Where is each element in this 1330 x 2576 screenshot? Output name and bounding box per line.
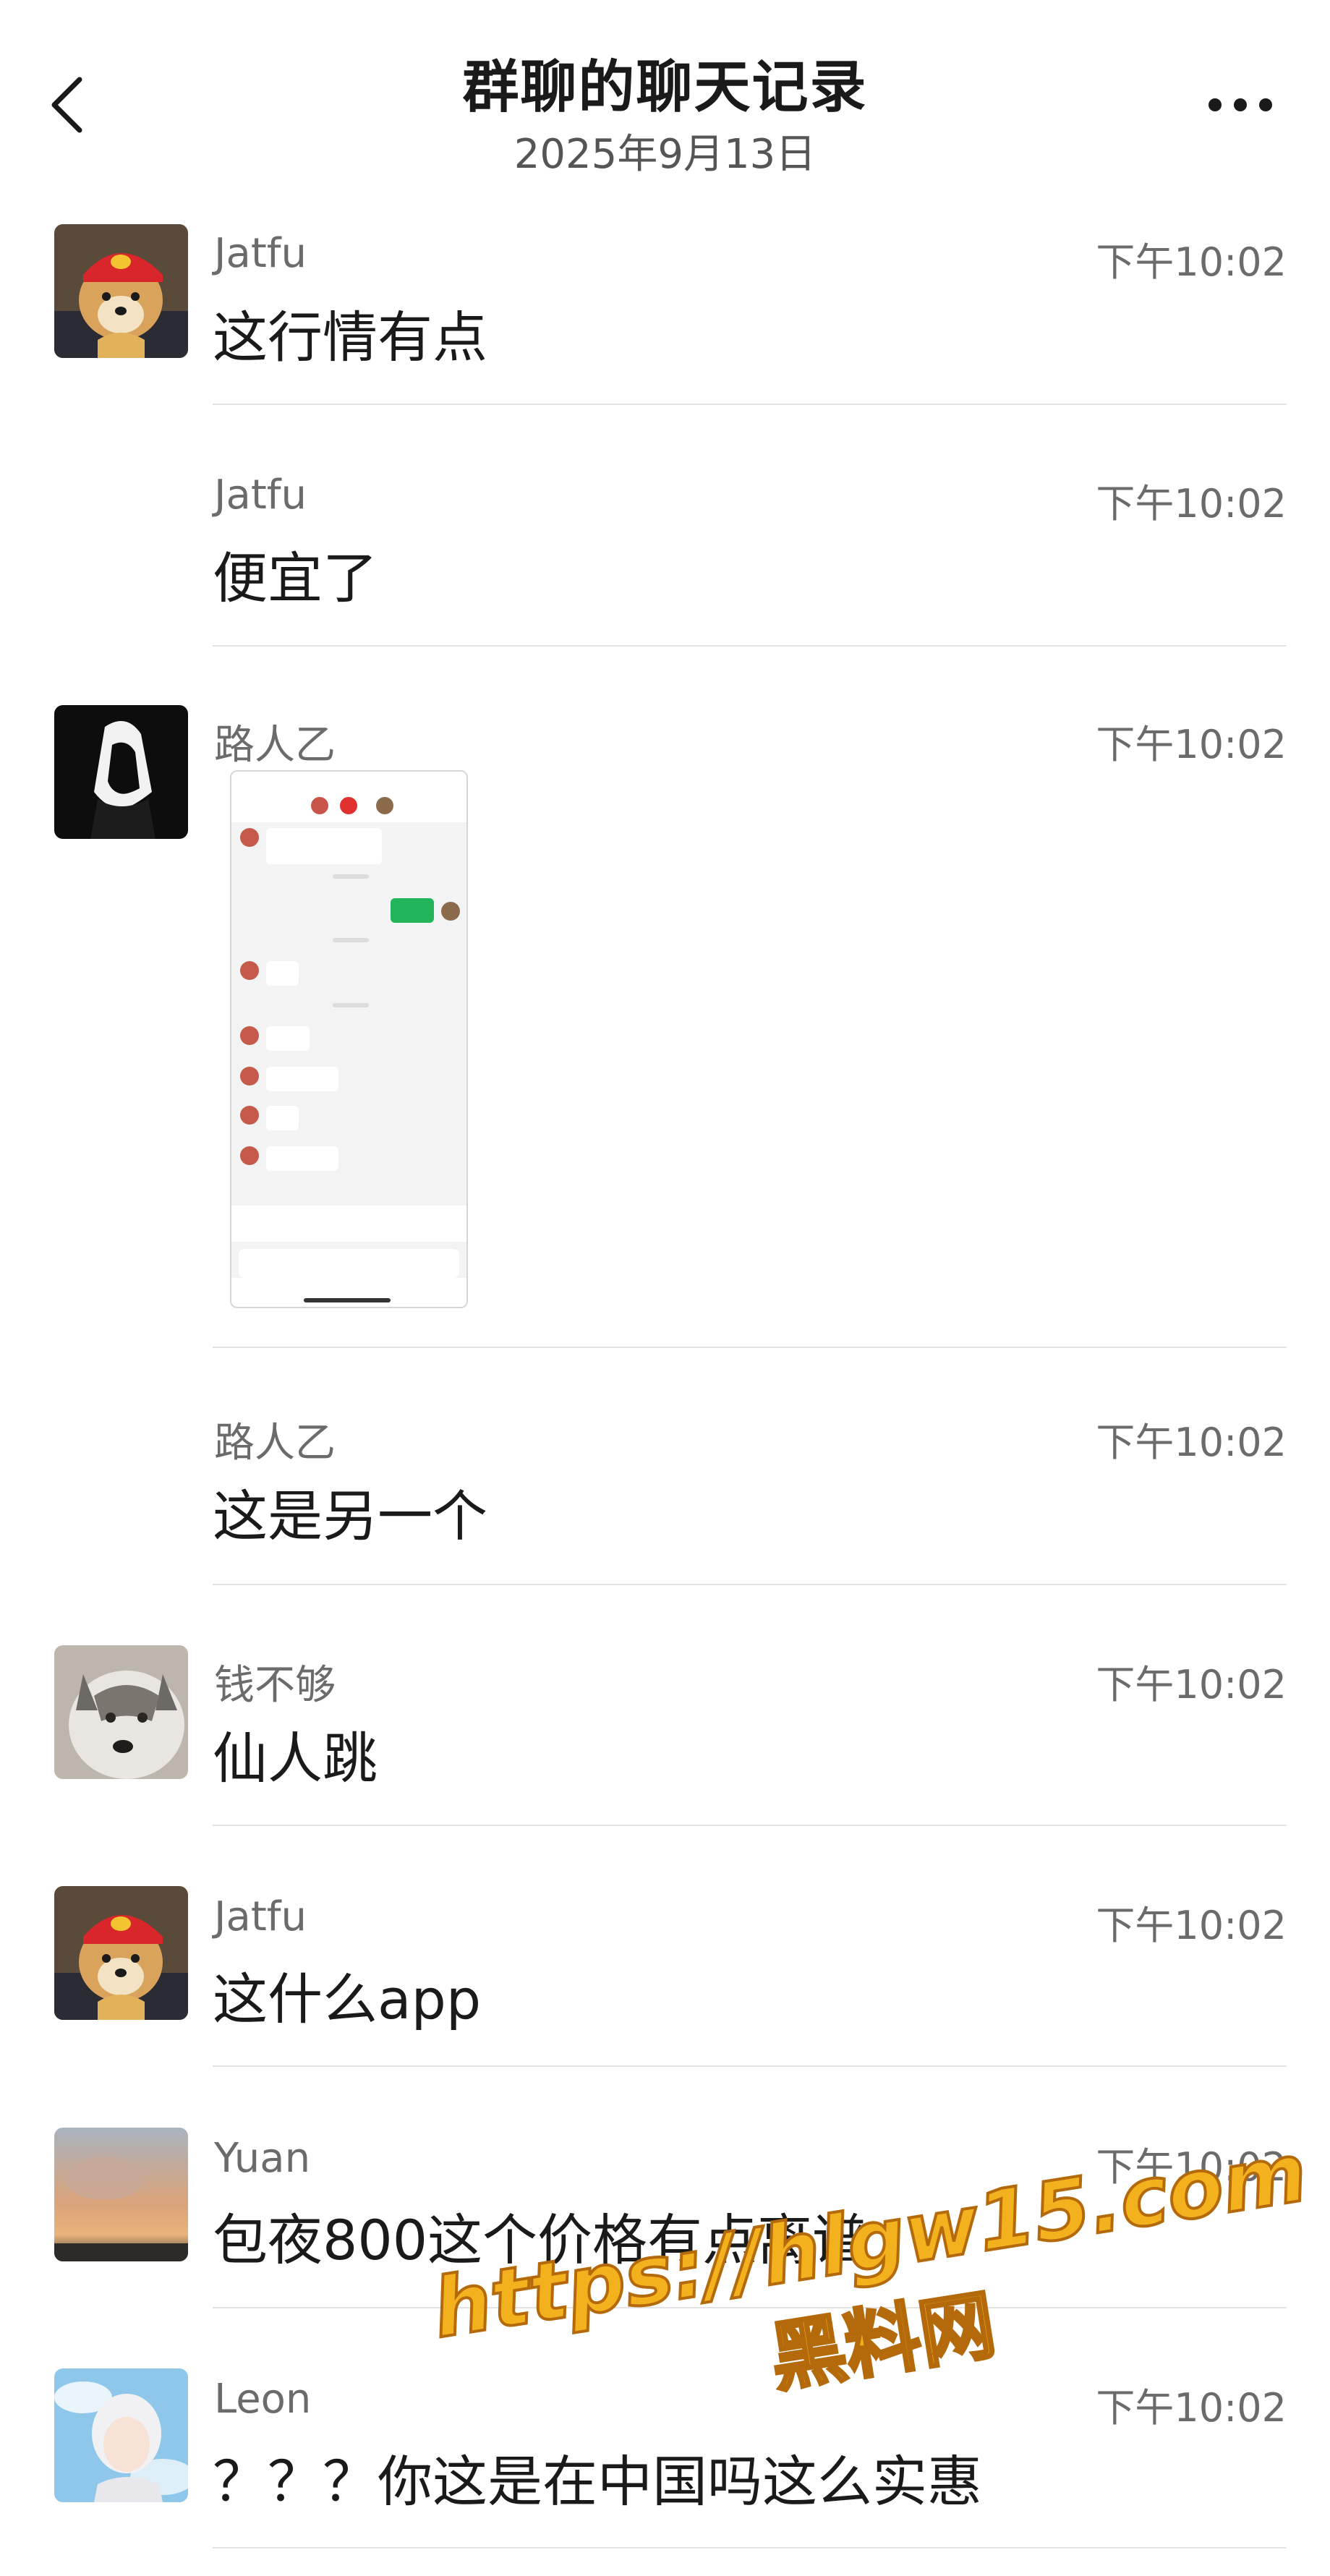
divider xyxy=(213,2547,1287,2549)
sender-name: Jatfu xyxy=(214,230,307,277)
chat-history-header: 群聊的聊天记录 2025年9月13日 xyxy=(0,0,1330,202)
sunset-avatar-icon xyxy=(54,2128,188,2261)
sender-name: Jatfu xyxy=(214,1893,307,1940)
message-text[interactable]: 仙人跳 xyxy=(213,1714,378,1794)
divider xyxy=(213,645,1287,647)
more-dots-icon xyxy=(1208,98,1272,111)
message-time: 下午10:02 xyxy=(1096,2144,1287,2190)
shiba-avatar-icon xyxy=(54,224,188,358)
divider xyxy=(213,2065,1287,2067)
avatar[interactable] xyxy=(54,2368,188,2502)
message-time: 下午10:02 xyxy=(1096,1420,1287,1465)
message-time: 下午10:02 xyxy=(1096,1903,1287,1948)
divider xyxy=(213,404,1287,405)
message-text[interactable]: ？？？你这是在中国吗这么实惠 xyxy=(213,2437,982,2517)
message-time: 下午10:02 xyxy=(1096,481,1287,526)
white-hair-avatar-icon xyxy=(54,2368,188,2502)
avatar[interactable] xyxy=(54,1886,188,2020)
message-text[interactable]: 这什么app xyxy=(213,1955,481,2034)
chat-screenshot-image[interactable] xyxy=(230,770,468,1308)
sender-name: Yuan xyxy=(214,2135,311,2182)
sender-name: 路人乙 xyxy=(214,722,336,769)
message-time: 下午10:02 xyxy=(1096,1662,1287,1707)
divider xyxy=(213,1825,1287,1826)
page-title: 群聊的聊天记录 xyxy=(462,55,868,120)
page-date: 2025年9月13日 xyxy=(513,131,817,178)
shiba-avatar-icon xyxy=(54,1886,188,2020)
sender-name: 钱不够 xyxy=(214,1662,336,1709)
husky-avatar-icon xyxy=(54,1645,188,1779)
divider xyxy=(213,1584,1287,1585)
message-time: 下午10:02 xyxy=(1096,722,1287,767)
avatar[interactable] xyxy=(54,705,188,839)
message-text[interactable]: 这行情有点 xyxy=(213,293,487,372)
more-button[interactable] xyxy=(1201,83,1280,127)
avatar[interactable] xyxy=(54,2128,188,2261)
divider xyxy=(213,1347,1287,1348)
avatar[interactable] xyxy=(54,1645,188,1779)
message-time: 下午10:02 xyxy=(1096,2385,1287,2431)
avatar[interactable] xyxy=(54,224,188,358)
message-text[interactable]: 包夜800这个价格有点离谱 xyxy=(213,2196,867,2275)
sender-name: 路人乙 xyxy=(214,1420,336,1467)
message-text[interactable]: 这是另一个 xyxy=(213,1472,487,1551)
divider xyxy=(213,2307,1287,2308)
hooded-figure-avatar-icon xyxy=(54,705,188,839)
message-time: 下午10:02 xyxy=(1096,239,1287,285)
screenshot-top-bar xyxy=(231,772,466,822)
message-text[interactable]: 便宜了 xyxy=(213,534,378,613)
sender-name: Leon xyxy=(214,2376,312,2423)
sender-name: Jatfu xyxy=(214,472,307,519)
